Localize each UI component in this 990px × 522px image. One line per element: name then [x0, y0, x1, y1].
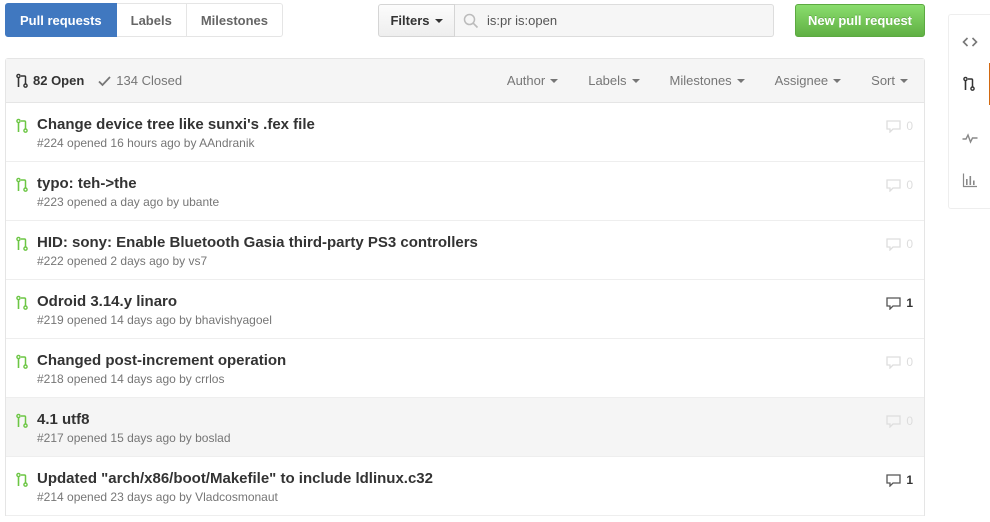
repo-nav-pull-requests[interactable]: [949, 63, 990, 105]
pull-request-meta: #214 opened 23 days ago by Vladcosmonaut: [37, 490, 278, 504]
pull-request-icon: [963, 76, 975, 91]
pull-request-open-icon: [16, 177, 28, 196]
comment-icon: [886, 414, 901, 428]
pulse-icon: [962, 133, 978, 144]
list-header: 82 Open 134 Closed Author Labels Milesto…: [6, 59, 924, 103]
author-filter[interactable]: Author: [506, 73, 559, 88]
comments-link[interactable]: 0: [886, 178, 913, 192]
pull-request-title[interactable]: Odroid 3.14.y linaro: [37, 293, 924, 311]
pull-request-title[interactable]: Updated "arch/x86/boot/Makefile" to incl…: [37, 470, 924, 488]
caret-down-icon: [833, 78, 842, 83]
comment-count: 0: [906, 237, 913, 251]
comment-count: 0: [906, 414, 913, 428]
comments-link[interactable]: 0: [886, 414, 913, 428]
comments-link[interactable]: 0: [886, 119, 913, 133]
comments-link[interactable]: 0: [886, 355, 913, 369]
comments-link[interactable]: 1: [886, 473, 913, 487]
pull-request-list: 82 Open 134 Closed Author Labels Milesto…: [5, 58, 925, 516]
search-input[interactable]: [487, 13, 757, 28]
caret-down-icon: [550, 78, 559, 83]
comment-icon: [886, 355, 901, 369]
comment-icon: [886, 178, 901, 192]
pull-request-title[interactable]: 4.1 utf8: [37, 411, 924, 429]
filters-button[interactable]: Filters: [378, 4, 455, 37]
code-icon: [962, 37, 978, 47]
comment-count: 1: [906, 296, 913, 310]
author-filter-label: Author: [506, 73, 546, 88]
pull-request-rows: Change device tree like sunxi's .fex fil…: [6, 103, 924, 516]
list-item[interactable]: Odroid 3.14.y linaro #219 opened 14 days …: [6, 280, 924, 339]
open-count: 82 Open: [33, 73, 85, 88]
labels-filter[interactable]: Labels: [588, 73, 640, 88]
pull-request-meta: #223 opened a day ago by ubante: [37, 195, 220, 209]
pull-request-open-icon: [16, 354, 28, 373]
repo-nav-pulse[interactable]: [949, 117, 990, 159]
labels-filter-label: Labels: [588, 73, 627, 88]
repo-nav-graphs[interactable]: [949, 159, 990, 201]
comment-count: 1: [906, 473, 913, 487]
search-box: [455, 4, 774, 37]
pull-request-icon: [16, 73, 28, 88]
caret-down-icon: [736, 78, 745, 83]
pull-request-open-icon: [16, 118, 28, 137]
comment-count: 0: [906, 355, 913, 369]
milestones-filter[interactable]: Milestones: [670, 73, 745, 88]
list-item[interactable]: Change device tree like sunxi's .fex fil…: [6, 103, 924, 162]
comments-link[interactable]: 0: [886, 237, 913, 251]
state-toggles: 82 Open 134 Closed: [16, 73, 182, 89]
tab-milestones[interactable]: Milestones: [186, 3, 284, 37]
filters-button-label: Filters: [390, 13, 430, 28]
sort-filter[interactable]: Sort: [871, 73, 908, 88]
pull-request-meta: #218 opened 14 days ago by crrlos: [37, 372, 225, 386]
pull-request-open-icon: [16, 472, 28, 491]
repo-nav: [948, 14, 990, 209]
comment-count: 0: [906, 119, 913, 133]
caret-down-icon: [434, 18, 443, 23]
list-item[interactable]: Updated "arch/x86/boot/Makefile" to incl…: [6, 457, 924, 516]
comments-link[interactable]: 1: [886, 296, 913, 310]
pull-request-open-icon: [16, 295, 28, 314]
comment-count: 0: [906, 178, 913, 192]
comment-icon: [886, 473, 901, 487]
pull-request-title[interactable]: Change device tree like sunxi's .fex fil…: [37, 116, 924, 134]
comment-icon: [886, 296, 901, 310]
tab-labels[interactable]: Labels: [116, 3, 187, 37]
assignee-filter[interactable]: Assignee: [774, 73, 842, 88]
pull-request-meta: #217 opened 15 days ago by boslad: [37, 431, 231, 445]
pull-request-open-icon: [16, 236, 28, 255]
subnav: Pull requests Labels Milestones: [5, 3, 284, 37]
pull-request-meta: #224 opened 16 hours ago by AAndranik: [37, 136, 255, 150]
list-item[interactable]: typo: teh->the #223 opened a day ago by u…: [6, 162, 924, 221]
check-icon: [98, 75, 111, 86]
tab-pull-requests[interactable]: Pull requests: [5, 3, 117, 37]
pull-request-title[interactable]: HID: sony: Enable Bluetooth Gasia third-…: [37, 234, 924, 252]
pull-request-title[interactable]: typo: teh->the: [37, 175, 924, 193]
pull-request-open-icon: [16, 413, 28, 432]
comment-icon: [886, 119, 901, 133]
pull-request-title[interactable]: Changed post-increment operation: [37, 352, 924, 370]
caret-down-icon: [900, 78, 908, 83]
pull-request-meta: #222 opened 2 days ago by vs7: [37, 254, 208, 268]
comment-icon: [886, 237, 901, 251]
graph-icon: [962, 173, 977, 188]
new-pull-request-button[interactable]: New pull request: [795, 4, 925, 37]
header-filters: Author Labels Milestones Assignee Sort: [507, 73, 914, 88]
sort-filter-label: Sort: [871, 73, 895, 88]
search-icon: [463, 13, 479, 28]
filters-bar: Filters: [378, 4, 774, 37]
pull-request-meta: #219 opened 14 days ago by bhavishyagoel: [37, 313, 272, 327]
open-state-link[interactable]: 82 Open: [16, 73, 84, 89]
list-item[interactable]: Changed post-increment operation #218 ope…: [6, 339, 924, 398]
repo-nav-code[interactable]: [949, 21, 990, 63]
list-item[interactable]: 4.1 utf8 #217 opened 15 days ago by bosla…: [6, 398, 924, 457]
milestones-filter-label: Milestones: [669, 73, 732, 88]
list-item[interactable]: HID: sony: Enable Bluetooth Gasia third-…: [6, 221, 924, 280]
closed-count: 134 Closed: [116, 73, 183, 88]
closed-state-link[interactable]: 134 Closed: [98, 73, 182, 88]
caret-down-icon: [631, 78, 640, 83]
assignee-filter-label: Assignee: [774, 73, 829, 88]
